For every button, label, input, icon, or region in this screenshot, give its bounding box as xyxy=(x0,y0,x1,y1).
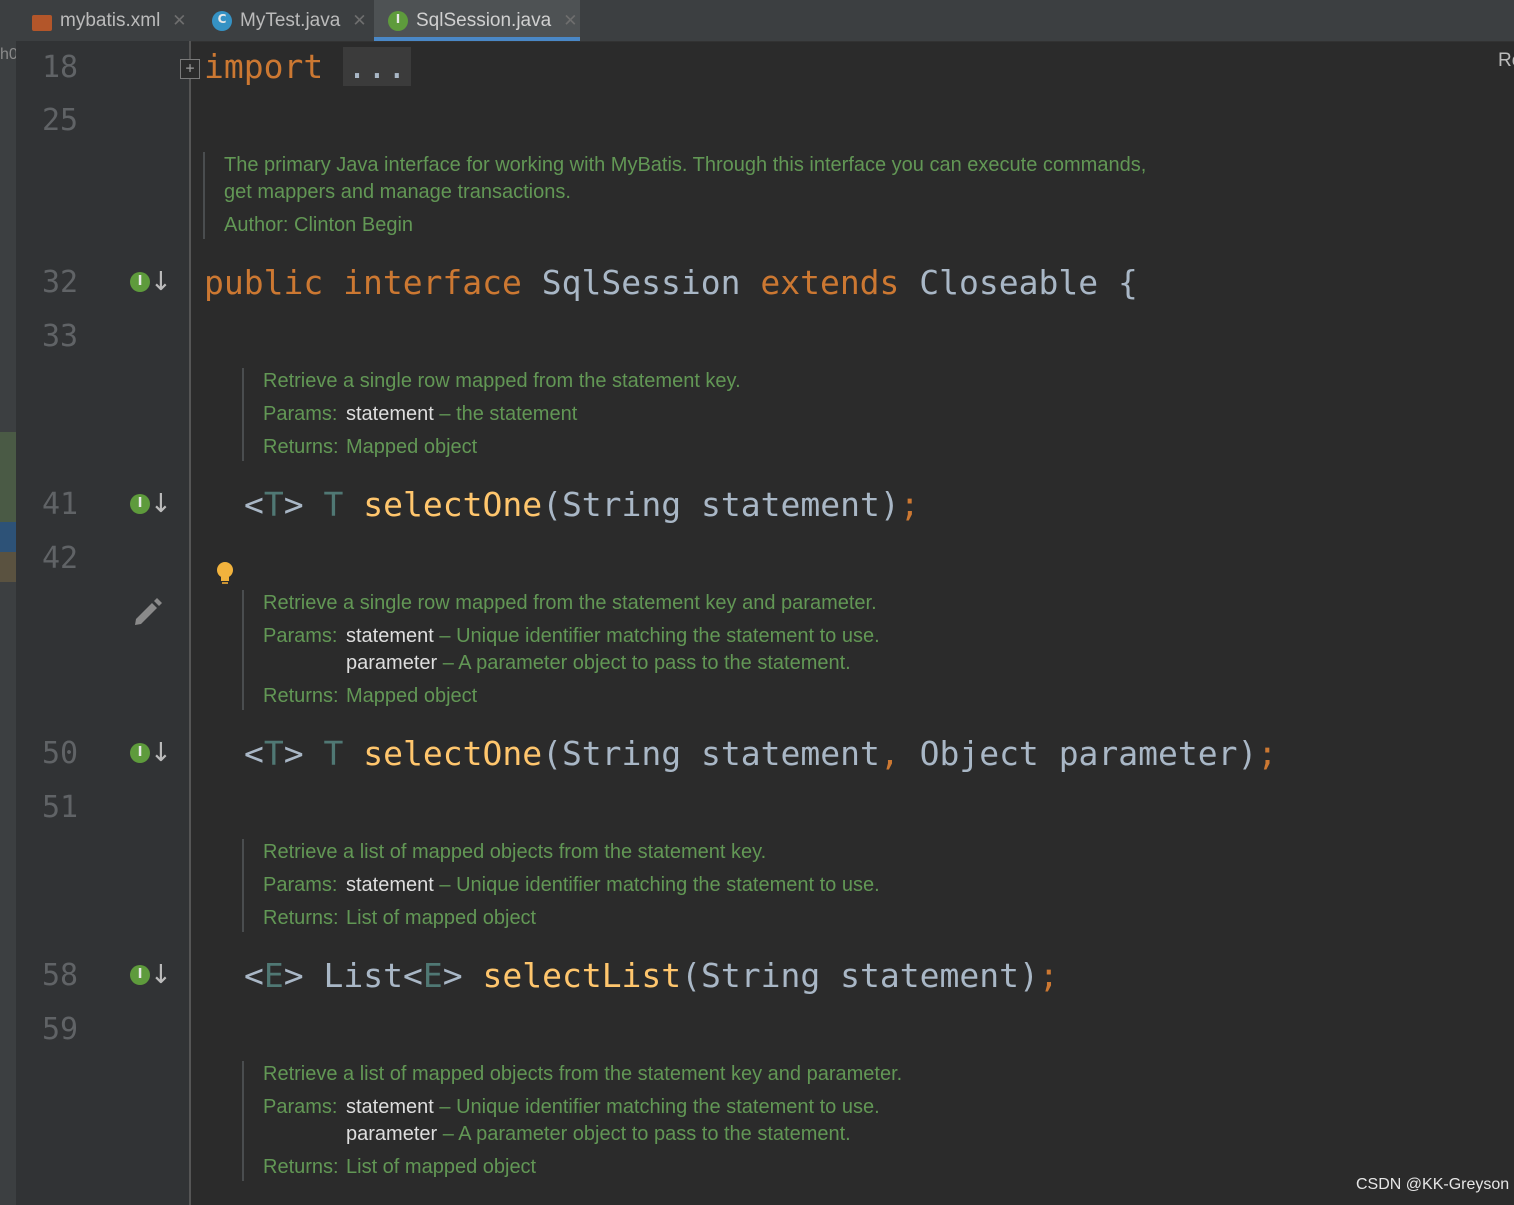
code-line-selectone-param[interactable]: <T> T selectOne(String statement, Object… xyxy=(244,734,1277,774)
line-number: 58 xyxy=(41,958,79,993)
implemented-in-icon[interactable]: I ↓ xyxy=(130,489,172,522)
tab-mytest-java[interactable]: C MyTest.java ✕ xyxy=(196,0,374,41)
scroll-marker xyxy=(0,552,16,582)
xml-file-icon xyxy=(32,14,52,31)
tab-label: MyTest.java xyxy=(240,9,341,31)
method-javadoc: Retrieve a list of mapped objects from t… xyxy=(242,1061,902,1181)
line-number: 18 xyxy=(41,50,79,85)
line-number: 50 xyxy=(41,736,79,771)
method-javadoc: Retrieve a single row mapped from the st… xyxy=(242,368,741,461)
watermark: CSDN @KK-Greyson xyxy=(1356,1176,1510,1193)
java-class-icon: C xyxy=(212,10,232,31)
java-interface-icon: I xyxy=(388,10,408,31)
line-number: 25 xyxy=(41,103,79,138)
tab-label: SqlSession.java xyxy=(416,9,552,31)
code-line-selectone[interactable]: <T> T selectOne(String statement); xyxy=(244,485,920,525)
line-number: 33 xyxy=(41,319,79,354)
fold-toggle[interactable]: + xyxy=(180,59,200,79)
close-icon[interactable]: ✕ xyxy=(352,11,366,31)
code-line-selectlist[interactable]: <E> List<E> selectList(String statement)… xyxy=(244,956,1059,996)
code-line-import[interactable]: import ... xyxy=(204,47,411,87)
line-number: 32 xyxy=(41,265,79,300)
implemented-in-icon[interactable]: I ↓ xyxy=(130,267,172,300)
implemented-in-icon[interactable]: I ↓ xyxy=(130,738,172,771)
reader-mode-label[interactable]: Re xyxy=(1498,50,1514,72)
line-number: 42 xyxy=(41,541,79,576)
tab-label: mybatis.xml xyxy=(60,9,161,31)
line-number: 59 xyxy=(41,1012,79,1047)
line-number: 51 xyxy=(41,790,79,825)
gutter-divider xyxy=(189,41,191,1205)
tab-mybatis-xml[interactable]: mybatis.xml ✕ xyxy=(0,0,196,41)
code-line-interface-decl[interactable]: public interface SqlSession extends Clos… xyxy=(204,263,1138,303)
line-number: 41 xyxy=(41,487,79,522)
scroll-marker xyxy=(0,522,16,552)
method-javadoc: Retrieve a single row mapped from the st… xyxy=(242,590,880,710)
pencil-icon[interactable] xyxy=(130,595,164,629)
lightbulb-icon[interactable] xyxy=(215,561,235,587)
folded-imports[interactable]: ... xyxy=(343,47,411,86)
close-icon[interactable]: ✕ xyxy=(172,11,186,31)
close-icon[interactable]: ✕ xyxy=(563,11,577,31)
class-javadoc: The primary Java interface for working w… xyxy=(203,152,1146,239)
implemented-in-icon[interactable]: I ↓ xyxy=(130,960,172,993)
scroll-marker xyxy=(0,432,16,522)
left-tool-strip xyxy=(0,41,16,1205)
editor-tab-bar: mybatis.xml ✕ C MyTest.java ✕ I SqlSessi… xyxy=(0,0,1514,42)
tab-sqlsession-java[interactable]: I SqlSession.java ✕ xyxy=(374,0,580,41)
method-javadoc: Retrieve a list of mapped objects from t… xyxy=(242,839,880,932)
